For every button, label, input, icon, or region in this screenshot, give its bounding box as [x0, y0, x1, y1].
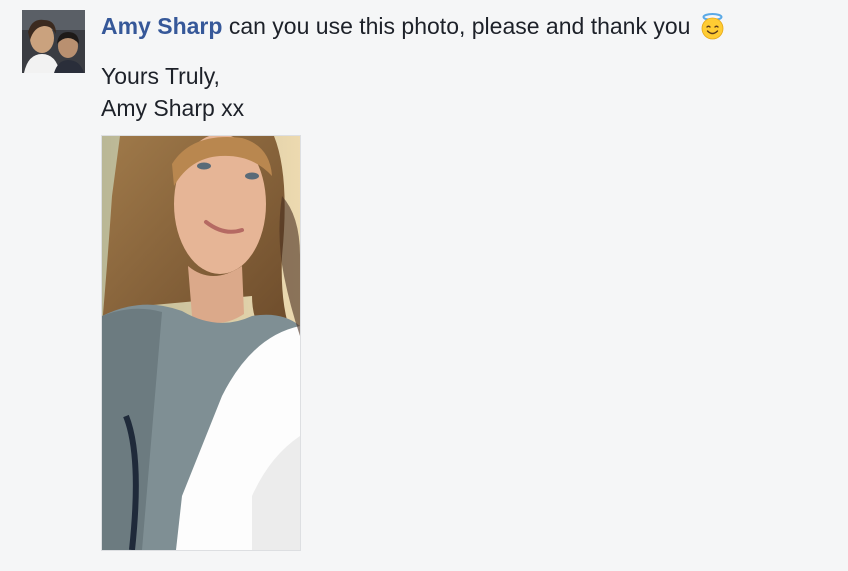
- comment-message: can you use this photo, please and thank…: [222, 13, 691, 39]
- signoff-line-1: Yours Truly,: [101, 63, 220, 89]
- avatar[interactable]: [22, 10, 85, 73]
- signoff-line-2: Amy Sharp xx: [101, 95, 245, 121]
- comment: Amy Sharp can you use this photo, please…: [0, 0, 848, 571]
- comment-signoff: Yours Truly, Amy Sharp xx: [101, 60, 831, 124]
- attached-photo: [102, 136, 300, 550]
- comment-body: Amy Sharp can you use this photo, please…: [101, 11, 831, 124]
- comment-first-line: Amy Sharp can you use this photo, please…: [101, 11, 831, 41]
- author-name-link[interactable]: Amy Sharp: [101, 13, 222, 39]
- photo-attachment[interactable]: [101, 135, 301, 551]
- smiling-face-with-halo-icon: [699, 13, 726, 40]
- avatar-photo: [22, 10, 85, 73]
